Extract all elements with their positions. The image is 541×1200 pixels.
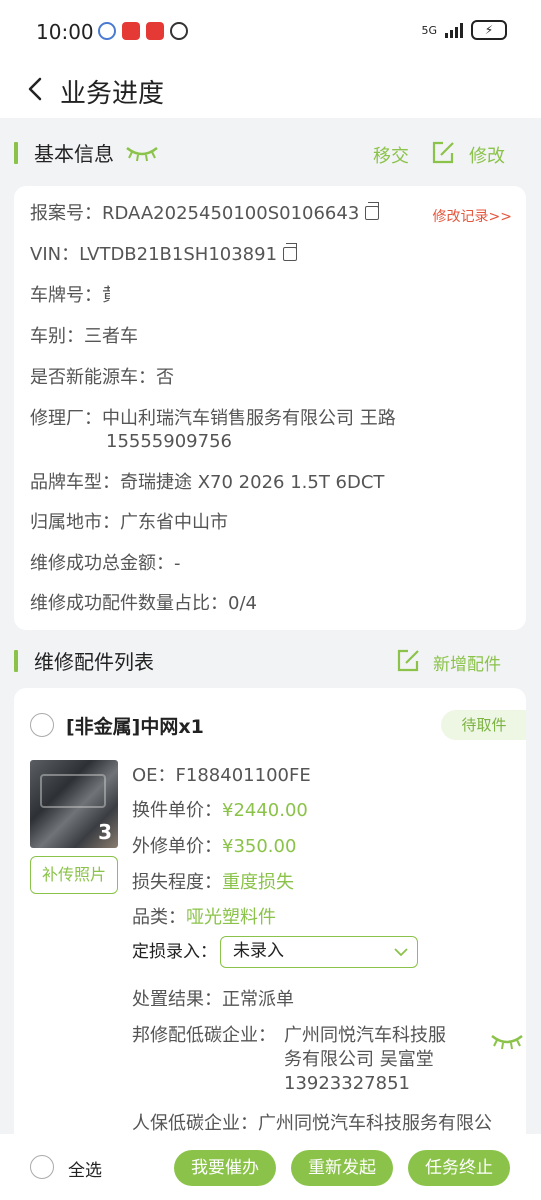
new-energy: 是否新能源车：否: [30, 367, 174, 388]
edit-icon[interactable]: [430, 140, 456, 166]
lowcarbon-line1: 广州同悦汽车科技服: [284, 1025, 446, 1046]
nav-bar: 业务进度: [0, 62, 541, 118]
part-title: [非金属]中网x1: [66, 716, 204, 738]
bottom-action-bar: 全选 我要催办 重新发起 任务终止: [0, 1134, 541, 1200]
report-number: 报案号：RDAA2025450100S0106643: [30, 203, 360, 224]
damage-value: 重度损失: [222, 872, 294, 893]
select-all-checkbox[interactable]: [30, 1155, 54, 1179]
status-bar: 10:00 5G ⚡: [0, 0, 541, 62]
status-badge: 待取件: [441, 710, 526, 740]
eye-closed-icon[interactable]: [124, 142, 160, 162]
page-title: 业务进度: [60, 79, 165, 109]
app-icon-red-1: [122, 22, 140, 40]
picc-row: 人保低碳企业：广州同悦汽车科技服务有限公: [132, 1112, 492, 1136]
category-value: 哑光塑料件: [186, 907, 276, 928]
select-all-label[interactable]: 全选: [68, 1156, 102, 1181]
total-amount: 维修成功总金额：-: [30, 553, 181, 574]
category-label: 品类：: [132, 907, 186, 928]
assess-select[interactable]: 未录入: [220, 936, 418, 968]
transfer-button[interactable]: 移交: [373, 142, 409, 168]
status-notification-icons: [98, 22, 188, 40]
shield-icon: [170, 22, 188, 40]
part-card: [非金属]中网x1 待取件 3 补传照片 OE：F188401100FE 换件单…: [14, 688, 526, 1148]
parts-list-title: 维修配件列表: [34, 650, 154, 674]
eye-closed-icon[interactable]: [490, 1032, 524, 1050]
repair-shop-phone: 15555909756: [106, 431, 232, 452]
plate-row: 车牌号：黄: [30, 284, 110, 308]
oe-value: F188401100FE: [175, 765, 311, 786]
history-link[interactable]: 修改记录>>: [433, 206, 512, 226]
lowcarbon-line2: 务有限公司 吴富堂: [284, 1049, 434, 1070]
picc-value: 广州同悦汽车科技服务有限公: [258, 1113, 492, 1134]
upload-photo-button[interactable]: 补传照片: [30, 856, 118, 894]
replace-price-row: 换件单价：¥2440.00: [132, 799, 308, 823]
outside-price: ¥350.00: [222, 836, 297, 857]
signal-icon: [445, 22, 463, 38]
chevron-down-icon: [394, 948, 408, 957]
section-accent-bar: [14, 650, 18, 672]
edit-button[interactable]: 修改: [469, 142, 505, 168]
vin: VIN：LVTDB21B1SH103891: [30, 244, 278, 265]
parts-list-header: 维修配件列表 新增配件: [0, 638, 541, 682]
notification-icon: [98, 22, 116, 40]
category-row: 品类：哑光塑料件: [132, 906, 276, 930]
chevron-left-icon[interactable]: [22, 74, 52, 104]
oe-label: OE：: [132, 765, 176, 786]
lowcarbon-phone: 13923327851: [284, 1073, 410, 1094]
region: 归属地市：广东省中山市: [30, 512, 228, 533]
parts-ratio: 维修成功配件数量占比：0/4: [30, 593, 257, 614]
copy-icon[interactable]: [283, 243, 298, 261]
plate-value: 黄: [102, 284, 110, 308]
report-number-row: 报案号：RDAA2025450100S0106643: [30, 202, 380, 226]
resend-button[interactable]: 重新发起: [291, 1150, 393, 1186]
vehicle-type: 车别：三者车: [30, 326, 138, 347]
repair-shop: 修理厂：中山利瑞汽车销售服务有限公司 王路: [30, 408, 396, 429]
part-checkbox[interactable]: [30, 713, 54, 737]
damage-row: 损失程度：重度损失: [132, 871, 294, 895]
vin-row: VIN：LVTDB21B1SH103891: [30, 243, 298, 267]
replace-price: ¥2440.00: [222, 800, 308, 821]
app-icon-red-2: [146, 22, 164, 40]
outside-price-label: 外修单价：: [132, 836, 222, 857]
status-right: 5G ⚡: [421, 20, 507, 40]
status-time: 10:00: [36, 20, 94, 44]
result: 处置结果：正常派单: [132, 989, 294, 1010]
replace-price-label: 换件单价：: [132, 800, 222, 821]
outside-price-row: 外修单价：¥350.00: [132, 835, 296, 859]
photo-count: 3: [98, 820, 112, 844]
plate-label: 车牌号：: [30, 285, 102, 306]
terminate-button[interactable]: 任务终止: [408, 1150, 510, 1186]
copy-icon[interactable]: [365, 202, 380, 220]
picc-label: 人保低碳企业：: [132, 1113, 258, 1134]
add-part-button[interactable]: 新增配件: [433, 650, 501, 675]
basic-info-card: 报案号：RDAA2025450100S0106643 修改记录>> VIN：LV…: [14, 186, 526, 630]
add-edit-icon[interactable]: [395, 648, 421, 674]
part-photo[interactable]: 3: [30, 760, 118, 848]
section-accent-bar: [14, 142, 18, 164]
urge-button[interactable]: 我要催办: [174, 1150, 276, 1186]
oe-row: OE：F188401100FE: [132, 764, 311, 788]
network-label: 5G: [421, 23, 437, 37]
assess-select-value: 未录入: [233, 941, 284, 961]
basic-info-header: 基本信息 移交 修改: [0, 130, 541, 174]
basic-info-title: 基本信息: [34, 142, 114, 166]
damage-label: 损失程度：: [132, 872, 222, 893]
brand-model: 品牌车型：奇瑞捷途 X70 2026 1.5T 6DCT: [30, 472, 385, 493]
lowcarbon-label: 邦修配低碳企业：: [132, 1025, 276, 1046]
assess-label: 定损录入：: [132, 942, 217, 962]
battery-charging-icon: ⚡: [471, 20, 507, 40]
